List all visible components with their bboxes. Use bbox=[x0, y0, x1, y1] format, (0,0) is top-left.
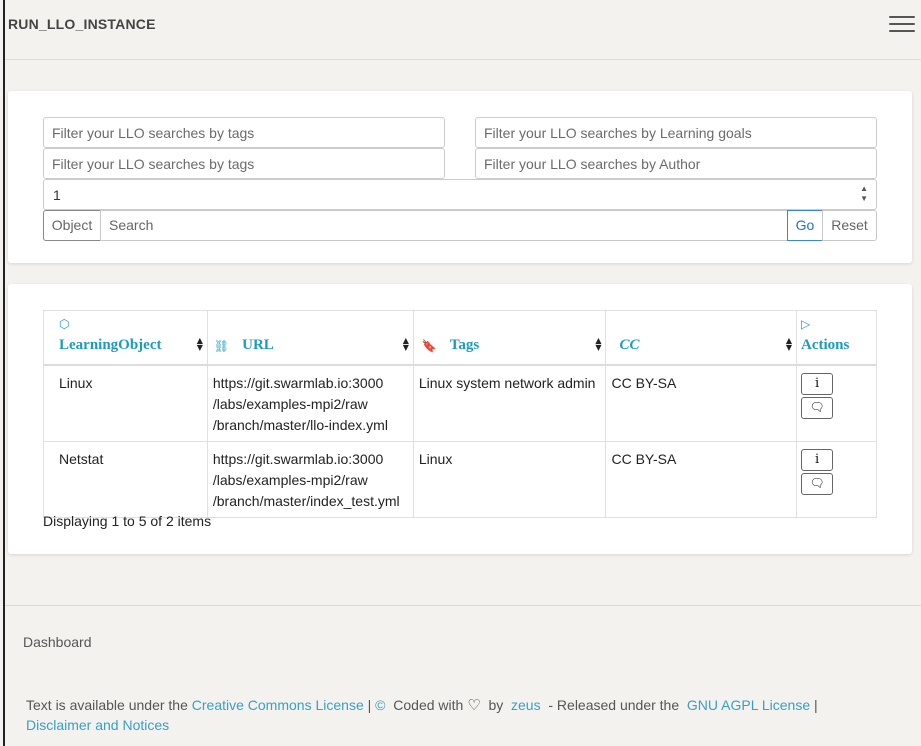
spin-up-icon[interactable]: ▲ bbox=[860, 184, 868, 194]
info-icon[interactable]: i bbox=[801, 372, 834, 395]
cube-icon: ⬡ bbox=[59, 317, 70, 331]
sort-icon[interactable]: ▲ ▼ bbox=[786, 337, 792, 352]
copyright-icon[interactable]: © bbox=[375, 697, 385, 713]
sort-icon[interactable]: ▲ ▼ bbox=[403, 337, 409, 352]
tags-filter-input[interactable] bbox=[43, 117, 445, 148]
cell-learning-object: Linux bbox=[43, 364, 208, 442]
object-dropdown-button[interactable]: Object bbox=[43, 210, 101, 241]
license-text: Text is available under the Creative Com… bbox=[26, 696, 818, 733]
results-card: ⬡ LearningObject ▲ ▼ ⛓ URL ▲ ▼ 🔖 Tags ▲ ▼ CC bbox=[8, 284, 912, 554]
cell-url: https://git.swarmlab.io:3000 /labs/examp… bbox=[206, 440, 414, 518]
learning-goals-filter-input[interactable] bbox=[475, 117, 877, 148]
number-input-value: 1 bbox=[53, 187, 61, 203]
tags-filter-input-2[interactable] bbox=[43, 148, 445, 179]
top-bar: RUN_LLO_INSTANCE bbox=[5, 0, 921, 60]
play-icon: ▷ bbox=[801, 317, 811, 331]
cell-actions: i 🗨 bbox=[796, 440, 877, 518]
info-icon[interactable]: i bbox=[801, 448, 834, 471]
sort-icon[interactable]: ▲ ▼ bbox=[595, 337, 601, 352]
chat-icon[interactable]: 🗨 bbox=[801, 396, 834, 419]
table-row: Netstat https://git.swarmlab.io:3000 /la… bbox=[43, 440, 877, 518]
sort-icon[interactable]: ▲ ▼ bbox=[197, 337, 203, 352]
chat-icon[interactable]: 🗨 bbox=[801, 472, 834, 495]
number-spinner[interactable]: ▲ ▼ bbox=[860, 184, 868, 204]
reset-button[interactable]: Reset bbox=[822, 210, 877, 241]
cell-tags: Linux bbox=[412, 440, 607, 518]
column-header-url[interactable]: ⛓ URL ▲ ▼ bbox=[206, 310, 414, 366]
disclaimer-link[interactable]: Disclaimer and Notices bbox=[26, 717, 169, 733]
hamburger-menu-icon[interactable] bbox=[889, 16, 915, 34]
app-title: RUN_LLO_INSTANCE bbox=[8, 16, 156, 32]
cell-tags: Linux system network admin bbox=[412, 364, 607, 442]
footer: Dashboard Text is available under the Cr… bbox=[5, 605, 921, 746]
bookmark-icon: 🔖 bbox=[421, 338, 437, 353]
cell-cc: CC BY-SA bbox=[605, 364, 798, 442]
column-header-cc[interactable]: CC ▲ ▼ bbox=[605, 310, 798, 366]
column-header-learning-object[interactable]: ⬡ LearningObject ▲ ▼ bbox=[43, 310, 208, 366]
column-header-actions: ▷ Actions bbox=[796, 310, 877, 366]
agpl-license-link[interactable]: GNU AGPL License bbox=[687, 697, 810, 713]
column-header-tags[interactable]: 🔖 Tags ▲ ▼ bbox=[412, 310, 607, 366]
filters-card: 1 ▲ ▼ Object Search Go Reset bbox=[8, 91, 912, 263]
cell-url: https://git.swarmlab.io:3000 /labs/examp… bbox=[206, 364, 414, 442]
table-row: Linux https://git.swarmlab.io:3000 /labs… bbox=[43, 364, 877, 442]
cell-actions: i 🗨 bbox=[796, 364, 877, 442]
go-button[interactable]: Go bbox=[787, 210, 823, 241]
dashboard-link[interactable]: Dashboard bbox=[23, 634, 92, 650]
number-input[interactable]: 1 ▲ ▼ bbox=[43, 179, 877, 210]
link-icon: ⛓ bbox=[213, 338, 230, 353]
cell-cc: CC BY-SA bbox=[605, 440, 798, 518]
author-link[interactable]: zeus bbox=[511, 697, 541, 713]
search-bar: Object Search Go Reset bbox=[43, 210, 877, 241]
cc-license-link[interactable]: Creative Commons License bbox=[192, 697, 364, 713]
heart-icon: ♡ bbox=[467, 696, 481, 714]
author-filter-input[interactable] bbox=[475, 148, 877, 179]
results-table: ⬡ LearningObject ▲ ▼ ⛓ URL ▲ ▼ 🔖 Tags ▲ ▼ CC bbox=[43, 310, 877, 518]
cell-learning-object: Netstat bbox=[43, 440, 208, 518]
search-input[interactable]: Search bbox=[100, 210, 788, 241]
spin-down-icon[interactable]: ▼ bbox=[860, 194, 868, 204]
pagination-text: Displaying 1 to 5 of 2 items bbox=[43, 513, 212, 529]
